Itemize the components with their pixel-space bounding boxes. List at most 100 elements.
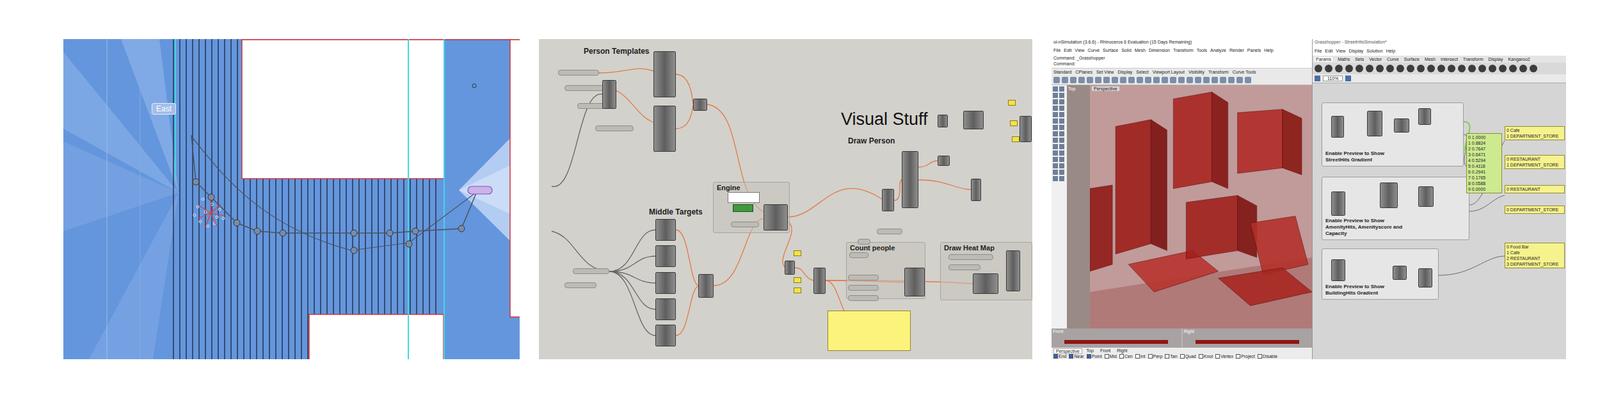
- tool-icon[interactable]: [1086, 76, 1094, 84]
- gh-component[interactable]: [970, 178, 982, 201]
- component-icon[interactable]: [1437, 64, 1446, 73]
- gh-mini-panel[interactable]: [1008, 99, 1016, 106]
- osnap-checkbox[interactable]: Point: [1086, 353, 1103, 359]
- menu-item[interactable]: Tools: [1196, 48, 1208, 55]
- component-icon[interactable]: [1457, 64, 1466, 73]
- mini-viewport[interactable]: Front: [1051, 328, 1182, 348]
- osnap-checkbox[interactable]: Near: [1068, 353, 1084, 359]
- gh-component[interactable]: [653, 51, 676, 98]
- tool-icon[interactable]: [1059, 86, 1065, 92]
- menu-item[interactable]: Edit: [1063, 48, 1072, 55]
- menu-item[interactable]: Help: [1386, 48, 1396, 56]
- perspective-viewport[interactable]: Perspective: [1089, 85, 1312, 329]
- gh-component[interactable]: [784, 260, 795, 275]
- component-icon[interactable]: [1447, 64, 1456, 73]
- gh-component[interactable]: [881, 188, 895, 212]
- component-icon[interactable]: [1345, 64, 1353, 73]
- component-icon[interactable]: [1416, 64, 1425, 73]
- component-icon[interactable]: [1529, 64, 1538, 73]
- tool-icon[interactable]: [1052, 105, 1058, 111]
- menu-item[interactable]: Solid: [1121, 48, 1132, 55]
- osnap-checkbox[interactable]: Quad: [1180, 353, 1197, 359]
- gh-component[interactable]: [1006, 250, 1021, 292]
- command-line[interactable]: Command:: [1053, 61, 1311, 68]
- tool-icon[interactable]: [1078, 76, 1085, 84]
- sketch-icon[interactable]: [1345, 75, 1352, 82]
- menu-item[interactable]: View: [1335, 48, 1346, 56]
- component-icon[interactable]: [1427, 64, 1435, 73]
- tool-icon[interactable]: [1144, 76, 1152, 84]
- tool-icon[interactable]: [1103, 76, 1110, 84]
- gh-group[interactable]: Enable Preview to Show StreetHits Gradie…: [1321, 102, 1464, 167]
- gh-mini-panel[interactable]: [1011, 136, 1020, 143]
- viewport-label[interactable]: Perspective: [1091, 86, 1120, 91]
- tool-icon[interactable]: [1059, 131, 1065, 137]
- tool-icon[interactable]: [1059, 163, 1065, 169]
- gh-mini-panel[interactable]: [793, 250, 802, 256]
- gh-component[interactable]: [1418, 268, 1433, 288]
- gh-component[interactable]: [1379, 182, 1398, 208]
- gh-component[interactable]: [655, 298, 676, 320]
- gh-component[interactable]: [655, 324, 676, 347]
- gh-group[interactable]: Enable Preview to Show BuildingHits Grad…: [1321, 248, 1439, 300]
- command-line[interactable]: Command: _Grasshopper: [1053, 55, 1311, 62]
- gh-panel[interactable]: 0 RESTAURANT: [1504, 184, 1565, 194]
- tool-icon[interactable]: [1070, 76, 1077, 84]
- tool-icon[interactable]: [1059, 169, 1065, 175]
- gh-slider[interactable]: [876, 228, 903, 235]
- tool-icon[interactable]: [1052, 92, 1058, 98]
- gh-slider[interactable]: [564, 282, 597, 288]
- tool-icon[interactable]: [1059, 118, 1065, 124]
- tool-icon[interactable]: [1052, 124, 1058, 130]
- osnap-checkbox[interactable]: Vertex: [1215, 353, 1234, 359]
- menu-item[interactable]: View: [1074, 48, 1085, 55]
- gh-slider[interactable]: [564, 85, 606, 91]
- viewport-tab[interactable]: Top: [1084, 348, 1096, 354]
- gh-component[interactable]: [693, 98, 708, 111]
- tool-icon[interactable]: [1059, 105, 1065, 111]
- gh-tab[interactable]: Transform: [1463, 56, 1484, 62]
- gh-mini-panel[interactable]: [1009, 120, 1018, 127]
- component-icon[interactable]: [1335, 64, 1343, 73]
- gh-slider[interactable]: [848, 284, 879, 291]
- gh-component[interactable]: [1331, 115, 1344, 138]
- tool-icon[interactable]: [1169, 76, 1177, 84]
- tool-icon[interactable]: [1052, 156, 1058, 162]
- gh-component[interactable]: [763, 204, 788, 231]
- gh-component[interactable]: [698, 273, 714, 298]
- gh-component[interactable]: [937, 155, 950, 166]
- tool-icon[interactable]: [1059, 176, 1065, 182]
- osnap-checkbox[interactable]: End: [1053, 353, 1067, 359]
- menu-item[interactable]: Panels: [1247, 48, 1261, 55]
- tool-icon[interactable]: [1052, 137, 1058, 143]
- gh-tab[interactable]: Params: [1314, 56, 1333, 62]
- tool-icon[interactable]: [1203, 76, 1210, 84]
- gh-component[interactable]: [1019, 115, 1032, 143]
- gh-component[interactable]: [1331, 191, 1346, 216]
- gh-tab[interactable]: Vector: [1368, 56, 1382, 62]
- gh-toggle[interactable]: [732, 204, 754, 212]
- save-icon[interactable]: [1314, 75, 1321, 82]
- viewport-tab[interactable]: Perspective: [1053, 348, 1083, 354]
- component-icon[interactable]: [1498, 64, 1507, 73]
- gh-mini-panel[interactable]: [793, 277, 802, 283]
- gh-component[interactable]: [655, 272, 676, 294]
- tool-icon[interactable]: [1052, 112, 1058, 118]
- component-icon[interactable]: [1406, 64, 1415, 73]
- tool-icon[interactable]: [1120, 76, 1127, 84]
- osnap-checkbox[interactable]: Cen: [1119, 353, 1133, 359]
- component-icon[interactable]: [1386, 64, 1394, 73]
- tool-icon[interactable]: [1059, 99, 1065, 105]
- grasshopper-canvas[interactable]: Person TemplatesMiddle TargetsEngineVisu…: [538, 39, 1033, 360]
- menu-item[interactable]: Surface: [1102, 48, 1119, 55]
- gh-group[interactable]: Enable Preview to Show AmenityHits, Amen…: [1321, 176, 1470, 240]
- tool-icon[interactable]: [1059, 156, 1065, 162]
- tool-icon[interactable]: [1053, 76, 1060, 84]
- tool-icon[interactable]: [1244, 76, 1252, 84]
- gh-panel[interactable]: 0 DEPARTMENT_STORE: [1504, 205, 1565, 214]
- gh-component[interactable]: [602, 80, 617, 109]
- toolbar-tab[interactable]: Display: [1117, 69, 1133, 75]
- gh-mini-panel[interactable]: [793, 287, 802, 294]
- component-icon[interactable]: [1355, 64, 1364, 73]
- toolbar-tab[interactable]: Curve Tools: [1232, 69, 1257, 75]
